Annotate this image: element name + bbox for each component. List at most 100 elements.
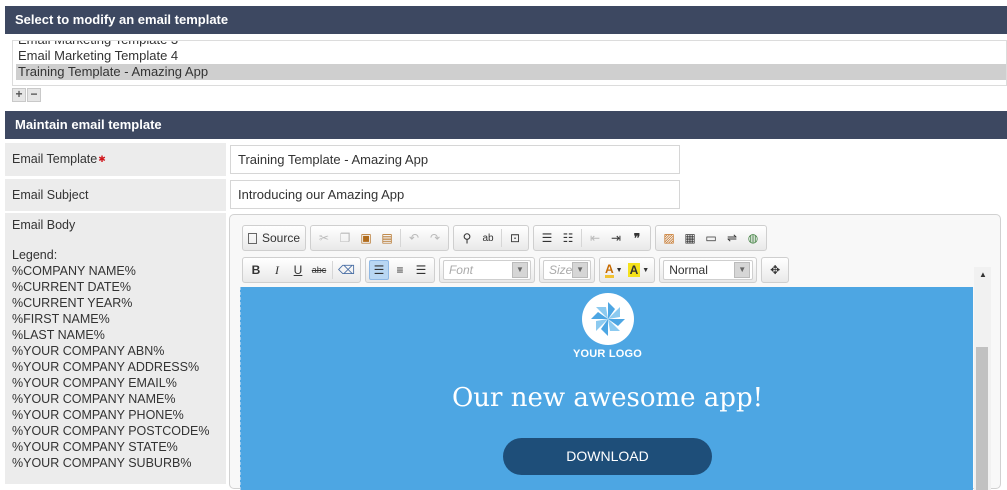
insert-group: ▨ ▦ ▭ ⇌ ◍ <box>655 225 768 251</box>
email-headline: Our new awesome app! <box>451 383 764 413</box>
toolbar-separator <box>501 229 503 247</box>
maintain-template-title: Maintain email template <box>15 117 162 132</box>
size-group: Size ▼ <box>538 257 595 283</box>
legend-item: %YOUR COMPANY PHONE% <box>12 408 184 422</box>
download-button[interactable]: DOWNLOAD <box>503 438 712 475</box>
horizontal-line-icon[interactable]: ▭ <box>701 228 721 248</box>
chevron-down-icon: ▼ <box>734 262 751 278</box>
align-group: ☰ ≡ ☰ <box>364 257 435 283</box>
legend-item: %COMPANY NAME% <box>12 264 136 278</box>
email-subject-input[interactable]: Introducing our Amazing App <box>230 180 680 209</box>
template-option[interactable]: Email Marketing Template 4 <box>13 48 1006 64</box>
email-template-label: Email Template <box>12 152 98 166</box>
paste-word-icon[interactable]: ▤ <box>377 228 397 248</box>
image-icon[interactable]: ▨ <box>659 228 679 248</box>
legend-item: %CURRENT YEAR% <box>12 296 133 310</box>
logo-pinwheel-icon <box>582 293 634 345</box>
email-template-label-cell: Email Template✱ <box>5 143 226 176</box>
template-listbox[interactable]: Email Marketing Template 3 Email Marketi… <box>12 40 1007 86</box>
rich-text-editor: Source ✂ ❐ ▣ ▤ ↶ ↷ ⚲ ab ⊡ ☰ ☷ ⇤ ⇥ ❞ ▨ ▦ … <box>229 214 1001 490</box>
bulleted-list-icon[interactable]: ☷ <box>558 228 578 248</box>
paste-icon[interactable]: ▣ <box>356 228 376 248</box>
source-group: Source <box>242 225 307 251</box>
size-placeholder: Size <box>548 263 573 277</box>
font-group: Font ▼ <box>438 257 535 283</box>
legend-item: %YOUR COMPANY ADDRESS% <box>12 360 200 374</box>
maintain-template-header: Maintain email template <box>5 111 1007 139</box>
maximize-group: ✥ <box>761 257 790 283</box>
legend-item: %YOUR COMPANY ABN% <box>12 344 165 358</box>
font-select[interactable]: Font ▼ <box>442 260 531 280</box>
template-option[interactable]: Email Marketing Template 3 <box>13 41 1006 48</box>
indent-icon[interactable]: ⇥ <box>606 228 626 248</box>
clipboard-group: ✂ ❐ ▣ ▤ ↶ ↷ <box>310 225 450 251</box>
email-subject-label: Email Subject <box>12 188 89 202</box>
text-color-icon: A <box>604 261 614 278</box>
iframe-icon[interactable]: ◍ <box>743 228 763 248</box>
find-group: ⚲ ab ⊡ <box>453 225 530 251</box>
format-group: Normal ▼ <box>659 257 758 283</box>
select-template-header: Select to modify an email template <box>5 6 1007 34</box>
toolbar-separator <box>400 229 402 247</box>
align-left-icon[interactable]: ☰ <box>368 260 389 280</box>
format-value: Normal <box>669 263 708 277</box>
underline-button[interactable]: U <box>288 260 308 280</box>
font-placeholder: Font <box>448 263 473 277</box>
source-button[interactable]: Source <box>246 228 302 248</box>
color-group: A ▼ A ▼ <box>598 257 656 283</box>
toolbar-row-2: B I U abc ⌫ ☰ ≡ ☰ Font ▼ Size ▼ A ▼ A ▼ … <box>242 257 790 283</box>
find-icon[interactable]: ⚲ <box>457 228 477 248</box>
template-option-selected[interactable]: Training Template - Amazing App <box>16 64 1006 80</box>
spellcheck-icon[interactable]: ab <box>478 228 498 248</box>
maximize-icon[interactable]: ✥ <box>765 260 785 280</box>
chevron-down-icon: ▼ <box>572 262 588 278</box>
legend-item: %YOUR COMPANY NAME% <box>12 392 176 406</box>
numbered-list-icon[interactable]: ☰ <box>537 228 557 248</box>
add-template-button[interactable]: + <box>12 88 26 102</box>
email-body-label: Email Body <box>12 218 76 232</box>
legend-item: %YOUR COMPANY EMAIL% <box>12 376 177 390</box>
page-break-icon[interactable]: ⇌ <box>722 228 742 248</box>
copy-icon[interactable]: ❐ <box>335 228 355 248</box>
logo-text: YOUR LOGO <box>572 348 643 360</box>
remove-format-icon[interactable]: ⌫ <box>336 260 357 280</box>
basic-style-group: B I U abc ⌫ <box>242 257 361 283</box>
bold-button[interactable]: B <box>246 260 266 280</box>
strikethrough-button[interactable]: abc <box>309 260 329 280</box>
italic-button[interactable]: I <box>267 260 287 280</box>
format-select[interactable]: Normal ▼ <box>663 260 754 280</box>
source-label: Source <box>262 231 301 245</box>
outdent-icon[interactable]: ⇤ <box>585 228 605 248</box>
remove-template-button[interactable]: − <box>27 88 41 102</box>
blockquote-icon[interactable]: ❞ <box>627 228 647 248</box>
scrollbar-thumb[interactable] <box>976 347 988 490</box>
background-color-icon: A <box>627 263 641 277</box>
email-preview-canvas[interactable]: YOUR LOGO Our new awesome app! DOWNLOAD <box>240 287 973 490</box>
undo-icon[interactable]: ↶ <box>404 228 424 248</box>
text-color-button[interactable]: A ▼ <box>603 260 625 280</box>
legend-item: %CURRENT DATE% <box>12 280 131 294</box>
legend-item: %YOUR COMPANY POSTCODE% <box>12 424 210 438</box>
scroll-up-icon[interactable]: ▲ <box>977 269 989 281</box>
legend-item: %LAST NAME% <box>12 328 105 342</box>
toolbar-separator <box>581 229 583 247</box>
select-template-title: Select to modify an email template <box>15 12 229 27</box>
cut-icon[interactable]: ✂ <box>314 228 334 248</box>
legend-title: Legend: <box>12 248 58 262</box>
email-template-input[interactable]: Training Template - Amazing App <box>230 145 680 174</box>
select-all-icon[interactable]: ⊡ <box>505 228 525 248</box>
legend-item: %YOUR COMPANY SUBURB% <box>12 456 192 470</box>
align-center-icon[interactable]: ≡ <box>390 260 410 280</box>
align-right-icon[interactable]: ☰ <box>411 260 431 280</box>
toolbar-separator <box>332 261 333 279</box>
size-select[interactable]: Size ▼ <box>542 260 591 280</box>
legend: Legend: %COMPANY NAME% %CURRENT DATE% %C… <box>12 247 210 471</box>
legend-item: %FIRST NAME% <box>12 312 110 326</box>
chevron-down-icon: ▼ <box>511 262 528 278</box>
redo-icon[interactable]: ↷ <box>425 228 445 248</box>
table-icon[interactable]: ▦ <box>680 228 700 248</box>
background-color-button[interactable]: A ▼ <box>626 260 652 280</box>
required-icon: ✱ <box>98 154 106 165</box>
list-group: ☰ ☷ ⇤ ⇥ ❞ <box>533 225 652 251</box>
document-icon <box>248 232 257 244</box>
